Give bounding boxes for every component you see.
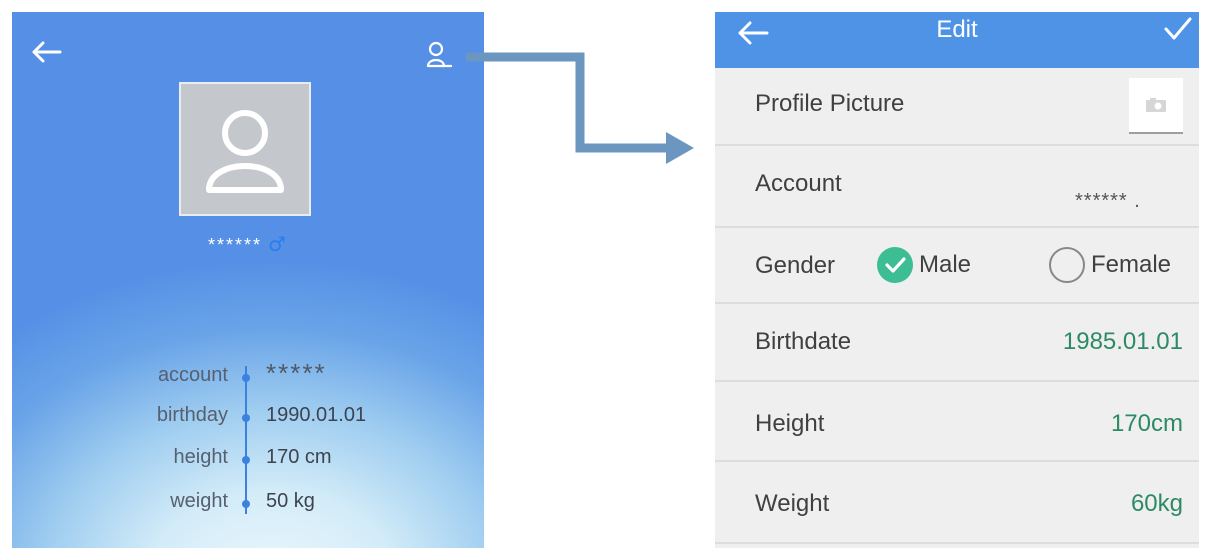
- info-label: account: [157, 364, 228, 386]
- height-label: Height: [755, 410, 825, 437]
- timeline-dot: [242, 374, 250, 382]
- info-row-height: height 170 cm: [12, 446, 484, 478]
- birthdate-label: Birthdate: [755, 328, 852, 355]
- weight-value: 60kg: [1130, 490, 1183, 517]
- avatar-placeholder-icon: [206, 110, 284, 193]
- back-arrow-icon[interactable]: [30, 40, 62, 64]
- profile-screen: ****** ♂ account ***** birthday 1990.01.0…: [12, 12, 484, 548]
- info-label: birthday: [156, 404, 228, 426]
- birthdate-value: 1985.01.01: [1062, 328, 1183, 355]
- info-row-account: account *****: [12, 358, 484, 396]
- edit-header: Edit: [715, 12, 1199, 68]
- gender-row: Gender Male Female: [715, 228, 1199, 304]
- info-value: 1990.01.01: [266, 404, 367, 426]
- radio-unchecked-icon: [1049, 247, 1085, 283]
- account-value: ****** .: [1075, 190, 1141, 212]
- edit-profile-icon[interactable]: [424, 40, 454, 70]
- profile-info-list: account ***** birthday 1990.01.01 height…: [12, 358, 484, 532]
- page-title: Edit: [936, 16, 978, 43]
- weight-label: Weight: [755, 490, 830, 517]
- male-symbol-icon: ♂: [268, 232, 288, 256]
- timeline-dot: [242, 456, 250, 464]
- account-row[interactable]: Account: [715, 146, 1199, 228]
- info-value: *****: [266, 358, 327, 388]
- info-value: 170 cm: [266, 446, 332, 468]
- gender-option-label: Male: [919, 251, 972, 278]
- radio-checked-icon: [877, 247, 913, 283]
- info-value: 50 kg: [266, 490, 315, 512]
- timeline-dot: [242, 500, 250, 508]
- username-text: ******: [208, 235, 263, 255]
- info-row-birthday: birthday 1990.01.01: [12, 404, 484, 436]
- timeline-dot: [242, 414, 250, 422]
- username: ****** ♂: [12, 232, 484, 256]
- camera-icon: [1146, 98, 1166, 112]
- avatar[interactable]: [179, 82, 311, 216]
- info-label: height: [173, 446, 229, 468]
- birthdate-row[interactable]: Birthdate 1985.01.01: [715, 304, 1199, 382]
- account-label: Account: [755, 170, 842, 197]
- weight-row[interactable]: Weight 60kg: [715, 462, 1199, 544]
- gender-option-label: Female: [1091, 251, 1172, 278]
- checkmark-icon[interactable]: [1163, 14, 1193, 44]
- height-row[interactable]: Height 170cm: [715, 382, 1199, 462]
- info-label: weight: [170, 490, 228, 512]
- profile-picture-label: Profile Picture: [755, 90, 905, 117]
- profile-picture-thumbnail[interactable]: [1129, 78, 1183, 134]
- edit-screen: Edit Profile Picture Account ****** . Ge…: [715, 12, 1199, 548]
- gender-label: Gender: [755, 252, 836, 279]
- profile-picture-row[interactable]: Profile Picture: [715, 68, 1199, 146]
- height-value: 170cm: [1110, 410, 1183, 437]
- info-row-weight: weight 50 kg: [12, 490, 484, 522]
